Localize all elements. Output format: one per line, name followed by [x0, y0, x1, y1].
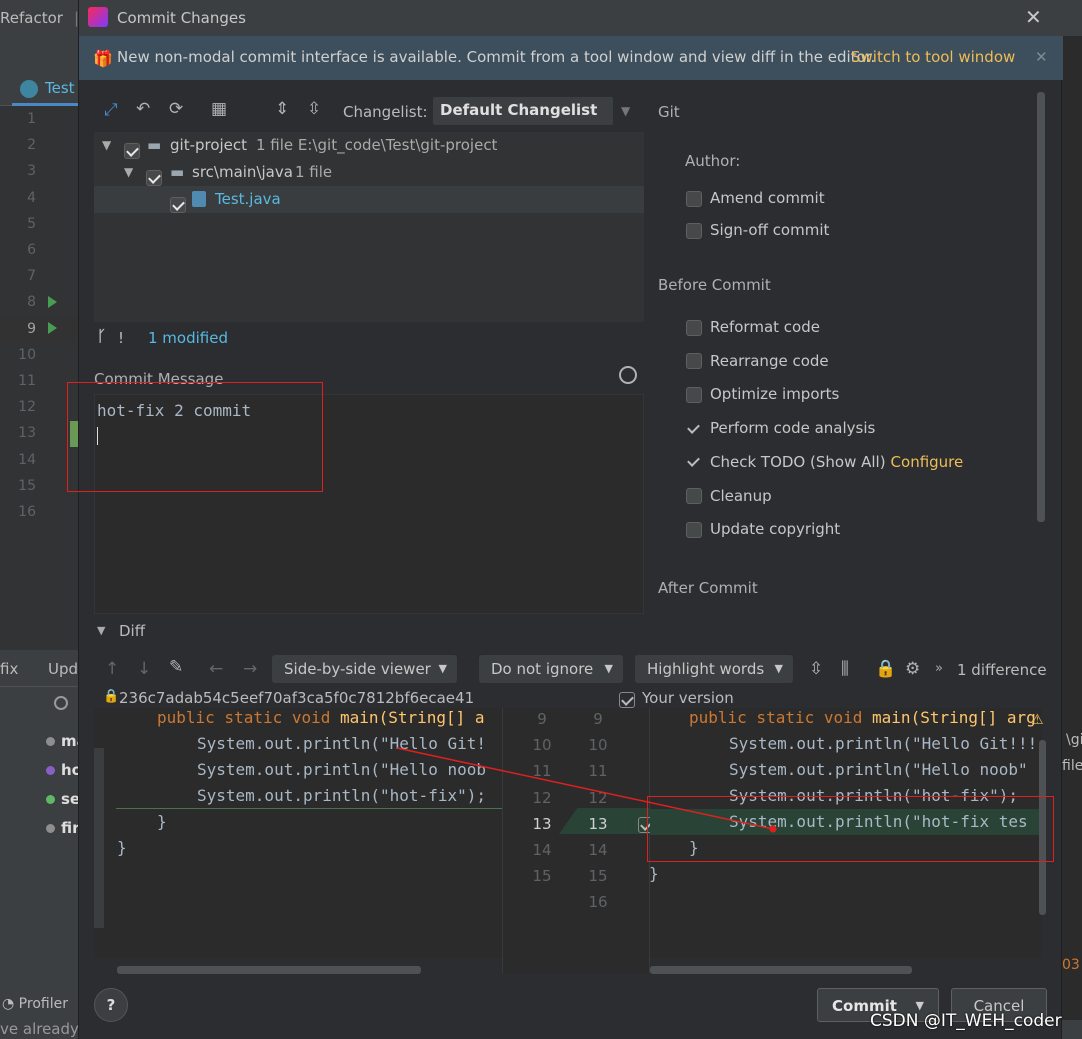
profiler-icon: ◔ — [2, 996, 19, 1012]
tab-update[interactable]: Upd — [48, 660, 78, 678]
line-number: 16 — [18, 504, 36, 520]
help-label: ? — [106, 996, 116, 1014]
tab-fix[interactable]: fix — [0, 660, 18, 678]
branch-dot — [46, 795, 55, 804]
line-number: 5 — [27, 215, 36, 232]
line-number: 4 — [27, 189, 36, 206]
branch-dot — [46, 737, 55, 746]
line-number: 14 — [18, 451, 36, 468]
annotation-line — [396, 747, 774, 830]
line-number: 15 — [18, 477, 36, 494]
right-text-3: 03 — [1062, 957, 1080, 973]
line-number: 8 — [27, 294, 36, 311]
branch-dot — [46, 766, 55, 775]
line-number: 3 — [27, 163, 36, 180]
editor-right-strip — [1062, 36, 1082, 656]
profiler-tab[interactable]: ◔ Profiler — [2, 996, 68, 1012]
commit-dialog: Commit Changes ✕ 🎁 New non-modal commit … — [67, 0, 1063, 1039]
run-icon[interactable] — [48, 296, 57, 308]
current-line-highlight — [0, 316, 80, 342]
editor-tab-bar: Test — [0, 72, 80, 106]
menu-refactor[interactable]: Refactor — [0, 9, 63, 27]
line-number: 11 — [18, 373, 36, 389]
line-number: 6 — [27, 242, 36, 258]
search-icon[interactable] — [54, 696, 68, 710]
line-number: 1 — [27, 111, 36, 127]
line-number: 9 — [27, 320, 36, 337]
ide-bottom-panel: fix Upd ✔ mahosefir ◔ Profiler — [0, 650, 108, 1039]
right-text-1: \gi — [1066, 732, 1082, 748]
line-number: 13 — [18, 425, 36, 442]
run-icon[interactable] — [48, 322, 57, 334]
annotation-dot — [769, 825, 777, 833]
line-number-gutter — [0, 106, 80, 651]
watermark: CSDN @IT_WEH_coder — [870, 1011, 1062, 1031]
branch-dot — [46, 824, 55, 833]
divider — [0, 686, 80, 687]
line-number: 10 — [18, 346, 36, 363]
line-number: 7 — [27, 268, 36, 285]
annotation-arrow — [396, 747, 777, 833]
line-number: 2 — [27, 137, 36, 154]
right-text-2: file — [1062, 758, 1082, 774]
ide-toolbar — [0, 36, 80, 72]
branch-label: fir — [61, 819, 80, 837]
tab-test[interactable]: Test — [45, 79, 75, 97]
profiler-label: Profiler — [18, 996, 68, 1012]
java-class-icon — [20, 80, 38, 98]
help-button[interactable]: ? — [94, 988, 128, 1022]
line-number: 12 — [18, 399, 36, 416]
